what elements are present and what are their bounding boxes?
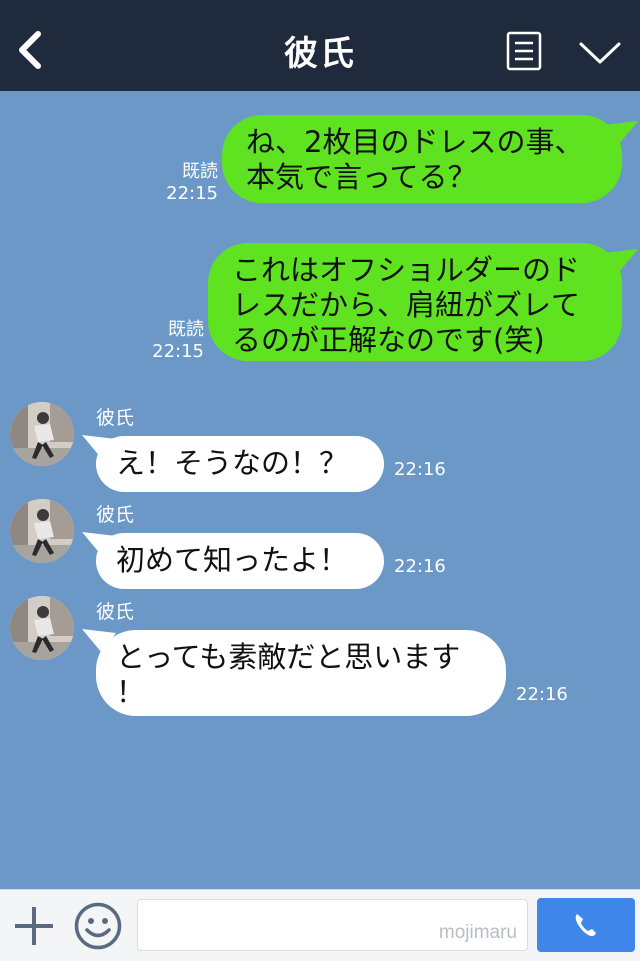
message-bubble[interactable]: これはオフショルダーのド レスだから、肩紐がズレて るのが正解なのです(笑): [208, 243, 622, 361]
message-input[interactable]: mojimaru: [137, 899, 528, 951]
avatar[interactable]: [10, 596, 74, 660]
message-bubble[interactable]: とっても素敵だと思います ！: [96, 630, 506, 716]
avatar[interactable]: [10, 499, 74, 563]
read-receipt: 既読 22:15: [166, 161, 218, 204]
message-composer: mojimaru: [0, 889, 640, 961]
sender-name: 彼氏: [96, 601, 135, 623]
chevron-down-icon[interactable]: [578, 38, 622, 68]
sender-name: 彼氏: [96, 504, 135, 526]
message-bubble[interactable]: え！そうなの！？: [96, 436, 384, 492]
smiley-icon[interactable]: [73, 901, 123, 951]
watermark-text: mojimaru: [438, 922, 517, 943]
message-bubble[interactable]: 初めて知ったよ！: [96, 533, 384, 589]
call-button[interactable]: [537, 898, 635, 952]
plus-icon[interactable]: [12, 904, 56, 948]
chat-title: 彼氏: [284, 34, 356, 74]
read-receipt: 既読 22:15: [152, 319, 204, 362]
menu-lines-icon[interactable]: [506, 31, 542, 71]
message-time: 22:16: [394, 556, 446, 577]
bubble-tail: [604, 249, 638, 273]
sender-name: 彼氏: [96, 407, 135, 429]
phone-icon: [575, 914, 596, 936]
message-list[interactable]: 既読 22:15 ね、2枚目のドレスの事、 本気で言ってる？ 既読 22:15 …: [0, 91, 640, 889]
message-time: 22:16: [394, 459, 446, 480]
bubble-tail: [604, 121, 638, 145]
message-time: 22:16: [516, 684, 568, 705]
message-bubble[interactable]: ね、2枚目のドレスの事、 本気で言ってる？: [222, 115, 622, 203]
chat-header: 彼氏: [0, 0, 640, 91]
avatar[interactable]: [10, 402, 74, 466]
